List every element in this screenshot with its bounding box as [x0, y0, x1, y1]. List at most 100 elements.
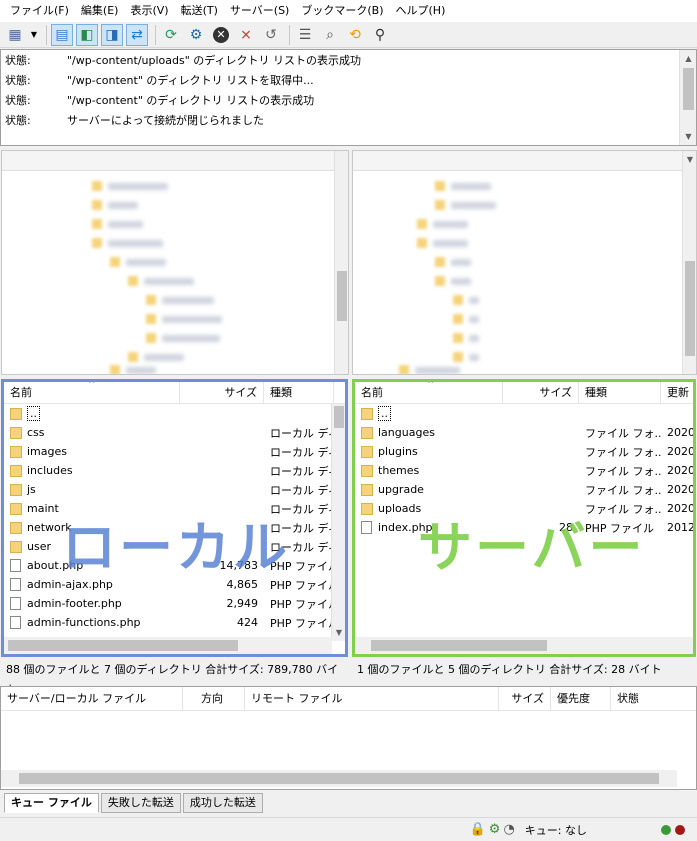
remote-file-list[interactable]: ^ 名前 サイズ 種類 更新 .. languages ファイル フォ... 2020…	[352, 379, 696, 657]
column-size[interactable]: サイズ	[180, 382, 264, 404]
column-direction[interactable]: 方向	[183, 686, 245, 711]
remote-directory-tree[interactable]: ▼	[352, 150, 697, 375]
scroll-down-icon[interactable]: ▼	[683, 151, 696, 168]
local-list-scrollbar[interactable]: ▼	[331, 404, 345, 641]
filter-icon[interactable]: ☰	[294, 24, 316, 46]
disconnect-icon[interactable]: ⨯	[235, 24, 257, 46]
tab-successful-transfers[interactable]: 成功した転送	[182, 793, 263, 813]
column-size[interactable]: サイズ	[503, 382, 579, 404]
local-file-list[interactable]: ^ 名前 サイズ 種類 ..cssローカル ディスimagesローカル ディスi…	[1, 379, 348, 657]
column-type[interactable]: 種類	[579, 382, 661, 404]
log-scrollbar[interactable]: ▲ ▼	[679, 50, 696, 145]
column-priority[interactable]: 優先度	[551, 686, 611, 711]
queue-hscrollbar[interactable]	[1, 770, 677, 787]
site-manager-icon[interactable]: ▦	[4, 24, 26, 46]
folder-row[interactable]: css ローカル ディス	[4, 423, 345, 442]
folder-icon	[361, 407, 373, 420]
local-path-field[interactable]	[2, 151, 348, 171]
file-row[interactable]: index.php 28 PHP ファイル 2012/	[355, 518, 693, 537]
cell-type: PHP ファイル	[270, 597, 334, 611]
cell-type: ファイル フォ...	[585, 426, 661, 440]
menu-transfer[interactable]: 転送(T)	[175, 0, 224, 22]
sync-browse-icon[interactable]: ⟲	[344, 24, 366, 46]
scroll-thumb[interactable]	[8, 640, 238, 651]
reconnect-icon[interactable]: ↺	[260, 24, 282, 46]
menu-file[interactable]: ファイル(F)	[4, 0, 75, 22]
scroll-thumb[interactable]	[683, 68, 694, 110]
transfer-queue[interactable]: サーバー/ローカル ファイル 方向 リモート ファイル サイズ 優先度 状態	[0, 686, 697, 790]
cell-type: ローカル ディス	[270, 540, 334, 554]
dropdown-arrow-icon[interactable]: ▼	[29, 24, 39, 46]
scroll-down-icon[interactable]: ▼	[680, 128, 697, 145]
cell-name: css	[4, 426, 180, 439]
file-row[interactable]: about.php 14,783 PHP ファイル	[4, 556, 345, 575]
folder-row[interactable]: uploads ファイル フォ... 2020/	[355, 499, 693, 518]
file-name: plugins	[378, 445, 418, 458]
column-size[interactable]: サイズ	[499, 686, 551, 711]
folder-row[interactable]: network ローカル ディス	[4, 518, 345, 537]
folder-row[interactable]: ..	[355, 404, 693, 423]
scroll-thumb[interactable]	[685, 261, 695, 356]
file-icon	[10, 616, 21, 629]
cell-type: PHP ファイル	[270, 578, 334, 592]
log-label: 状態:	[5, 54, 31, 67]
file-row[interactable]: admin-footer.php 2,949 PHP ファイル	[4, 594, 345, 613]
local-directory-tree[interactable]	[1, 150, 349, 375]
speed-limit-icon[interactable]: ◔	[503, 822, 514, 837]
search-files-icon[interactable]: ⌕	[319, 24, 341, 46]
file-name: ..	[27, 406, 40, 421]
scroll-thumb[interactable]	[334, 406, 344, 428]
local-tree-scrollbar[interactable]	[334, 151, 348, 374]
scroll-thumb[interactable]	[371, 640, 547, 651]
remote-tree-scrollbar[interactable]: ▼	[682, 151, 696, 374]
cell-size: 14,783	[219, 559, 259, 572]
refresh-icon[interactable]: ⟳	[160, 24, 182, 46]
folder-row[interactable]: themes ファイル フォ... 2020/	[355, 461, 693, 480]
toggle-remote-tree-icon[interactable]: ◨	[101, 23, 123, 46]
scroll-down-icon[interactable]: ▼	[332, 624, 345, 641]
menu-help[interactable]: ヘルプ(H)	[390, 0, 452, 22]
tab-failed-transfers[interactable]: 失敗した転送	[100, 793, 181, 813]
folder-row[interactable]: maint ローカル ディス	[4, 499, 345, 518]
scroll-thumb[interactable]	[19, 773, 659, 784]
process-queue-icon[interactable]: ⚙	[185, 24, 207, 46]
folder-row[interactable]: plugins ファイル フォ... 2020/	[355, 442, 693, 461]
file-row[interactable]: admin-ajax.php 4,865 PHP ファイル	[4, 575, 345, 594]
folder-row[interactable]: upgrade ファイル フォ... 2020/	[355, 480, 693, 499]
menu-bookmarks[interactable]: ブックマーク(B)	[295, 0, 389, 22]
cell-name: network	[4, 521, 180, 534]
folder-row[interactable]: js ローカル ディス	[4, 480, 345, 499]
menu-edit[interactable]: 編集(E)	[75, 0, 125, 22]
remote-list-hscrollbar[interactable]	[355, 637, 693, 654]
cell-size: 4,865	[226, 578, 259, 591]
find-binoculars-icon[interactable]: ⚲	[369, 24, 391, 46]
folder-row[interactable]: ..	[4, 404, 345, 423]
menu-view[interactable]: 表示(V)	[124, 0, 174, 22]
remote-path-field[interactable]	[353, 151, 696, 171]
toggle-log-icon[interactable]: ▤	[51, 23, 73, 46]
menu-server[interactable]: サーバー(S)	[224, 0, 295, 22]
file-name: images	[27, 445, 67, 458]
folder-icon	[361, 502, 373, 515]
sort-ascending-icon: ^	[427, 380, 435, 390]
file-row[interactable]: admin-functions.php 424 PHP ファイル	[4, 613, 345, 632]
cancel-icon[interactable]: ✕	[210, 24, 232, 46]
local-list-hscrollbar[interactable]	[4, 637, 332, 654]
folder-row[interactable]: user ローカル ディス	[4, 537, 345, 556]
scroll-thumb[interactable]	[337, 271, 347, 321]
scroll-up-icon[interactable]: ▲	[680, 50, 697, 67]
tab-queued-files[interactable]: キュー ファイル	[4, 793, 99, 813]
column-remote-file[interactable]: リモート ファイル	[245, 686, 499, 711]
folder-row[interactable]: languages ファイル フォ... 2020/	[355, 423, 693, 442]
folder-row[interactable]: images ローカル ディス	[4, 442, 345, 461]
folder-row[interactable]: includes ローカル ディス	[4, 461, 345, 480]
column-modified[interactable]: 更新	[661, 382, 693, 404]
sort-ascending-icon: ^	[88, 380, 96, 390]
toggle-local-tree-icon[interactable]: ◧	[76, 23, 98, 46]
column-status[interactable]: 状態	[611, 687, 691, 711]
column-server-local-file[interactable]: サーバー/ローカル ファイル	[1, 686, 183, 711]
toggle-queue-icon[interactable]: ⇄	[126, 23, 148, 46]
remote-rows: .. languages ファイル フォ... 2020/plugins ファイル フォ…	[355, 404, 693, 537]
column-type[interactable]: 種類	[264, 382, 334, 404]
cell-type: ファイル フォ...	[585, 445, 661, 459]
